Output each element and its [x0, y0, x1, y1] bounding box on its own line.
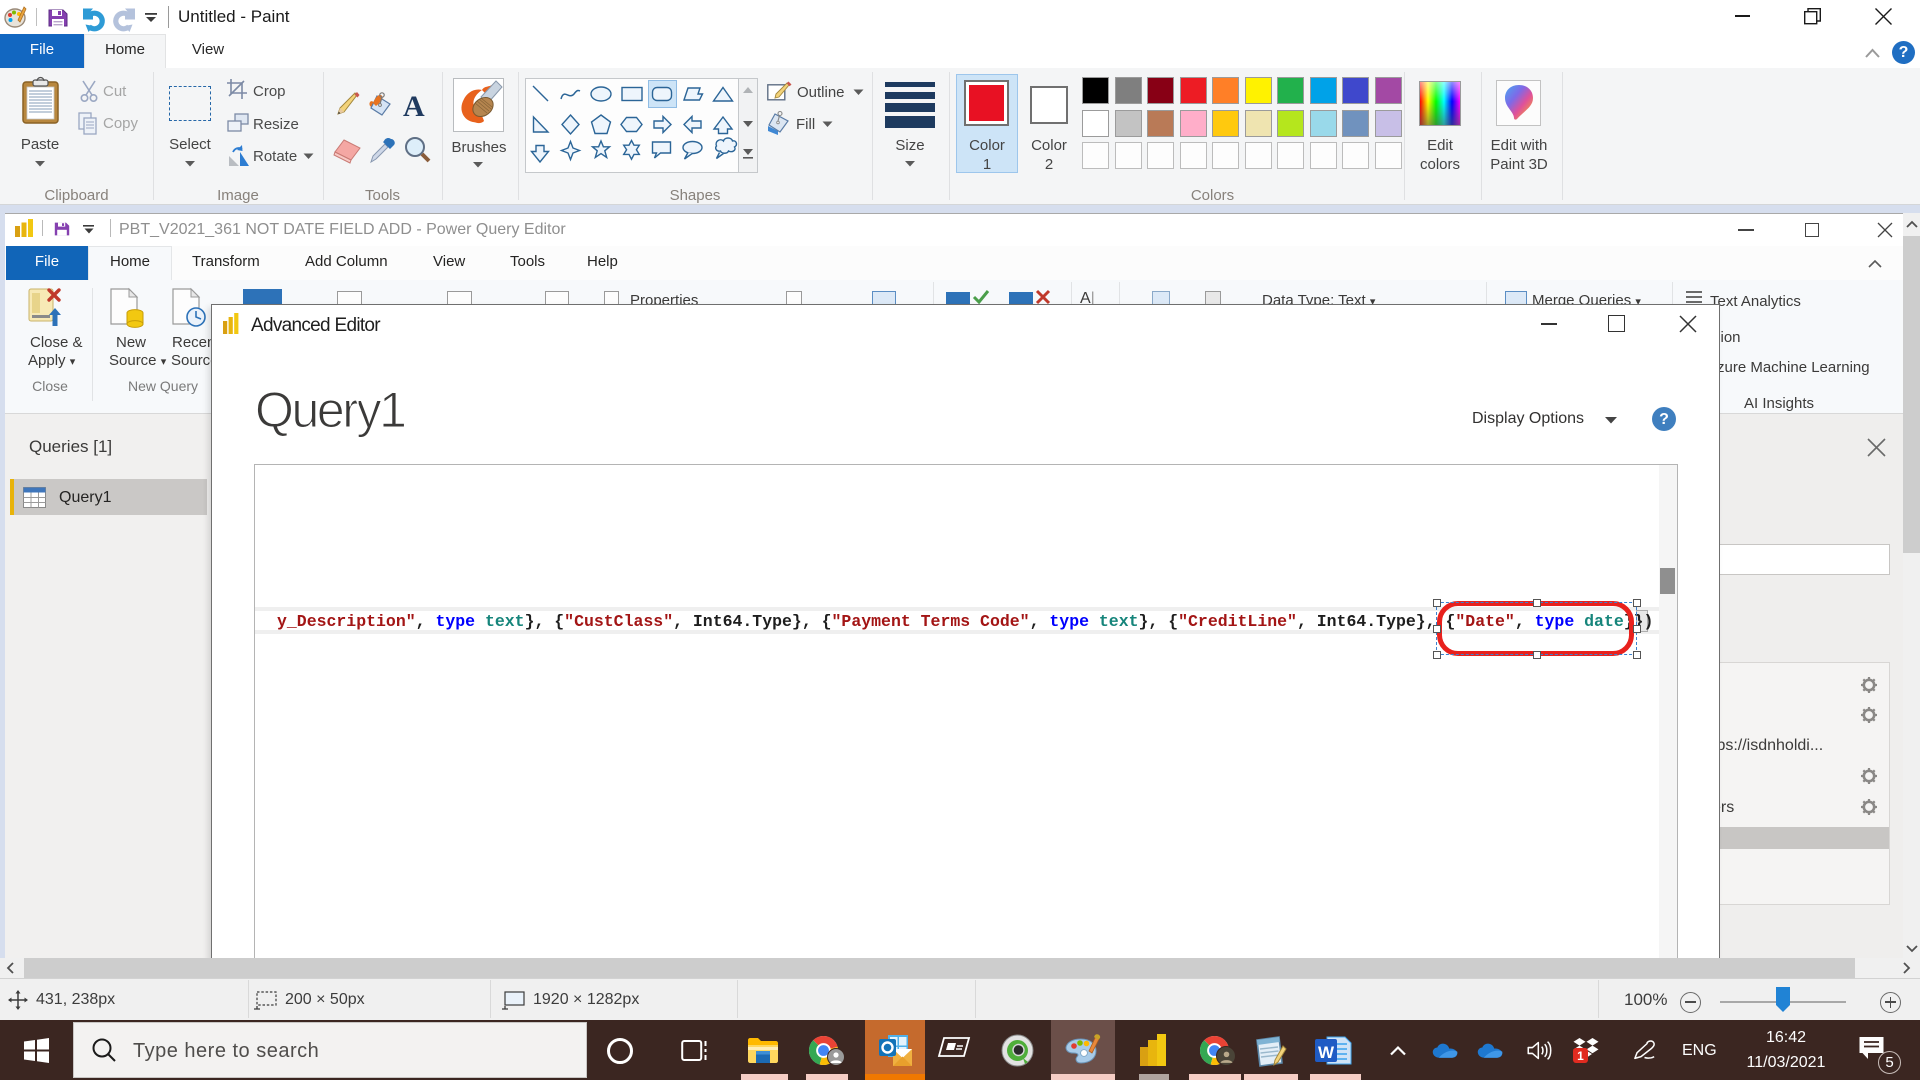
svg-text:1: 1 — [1577, 1049, 1584, 1063]
svg-text:W: W — [1318, 1043, 1335, 1062]
